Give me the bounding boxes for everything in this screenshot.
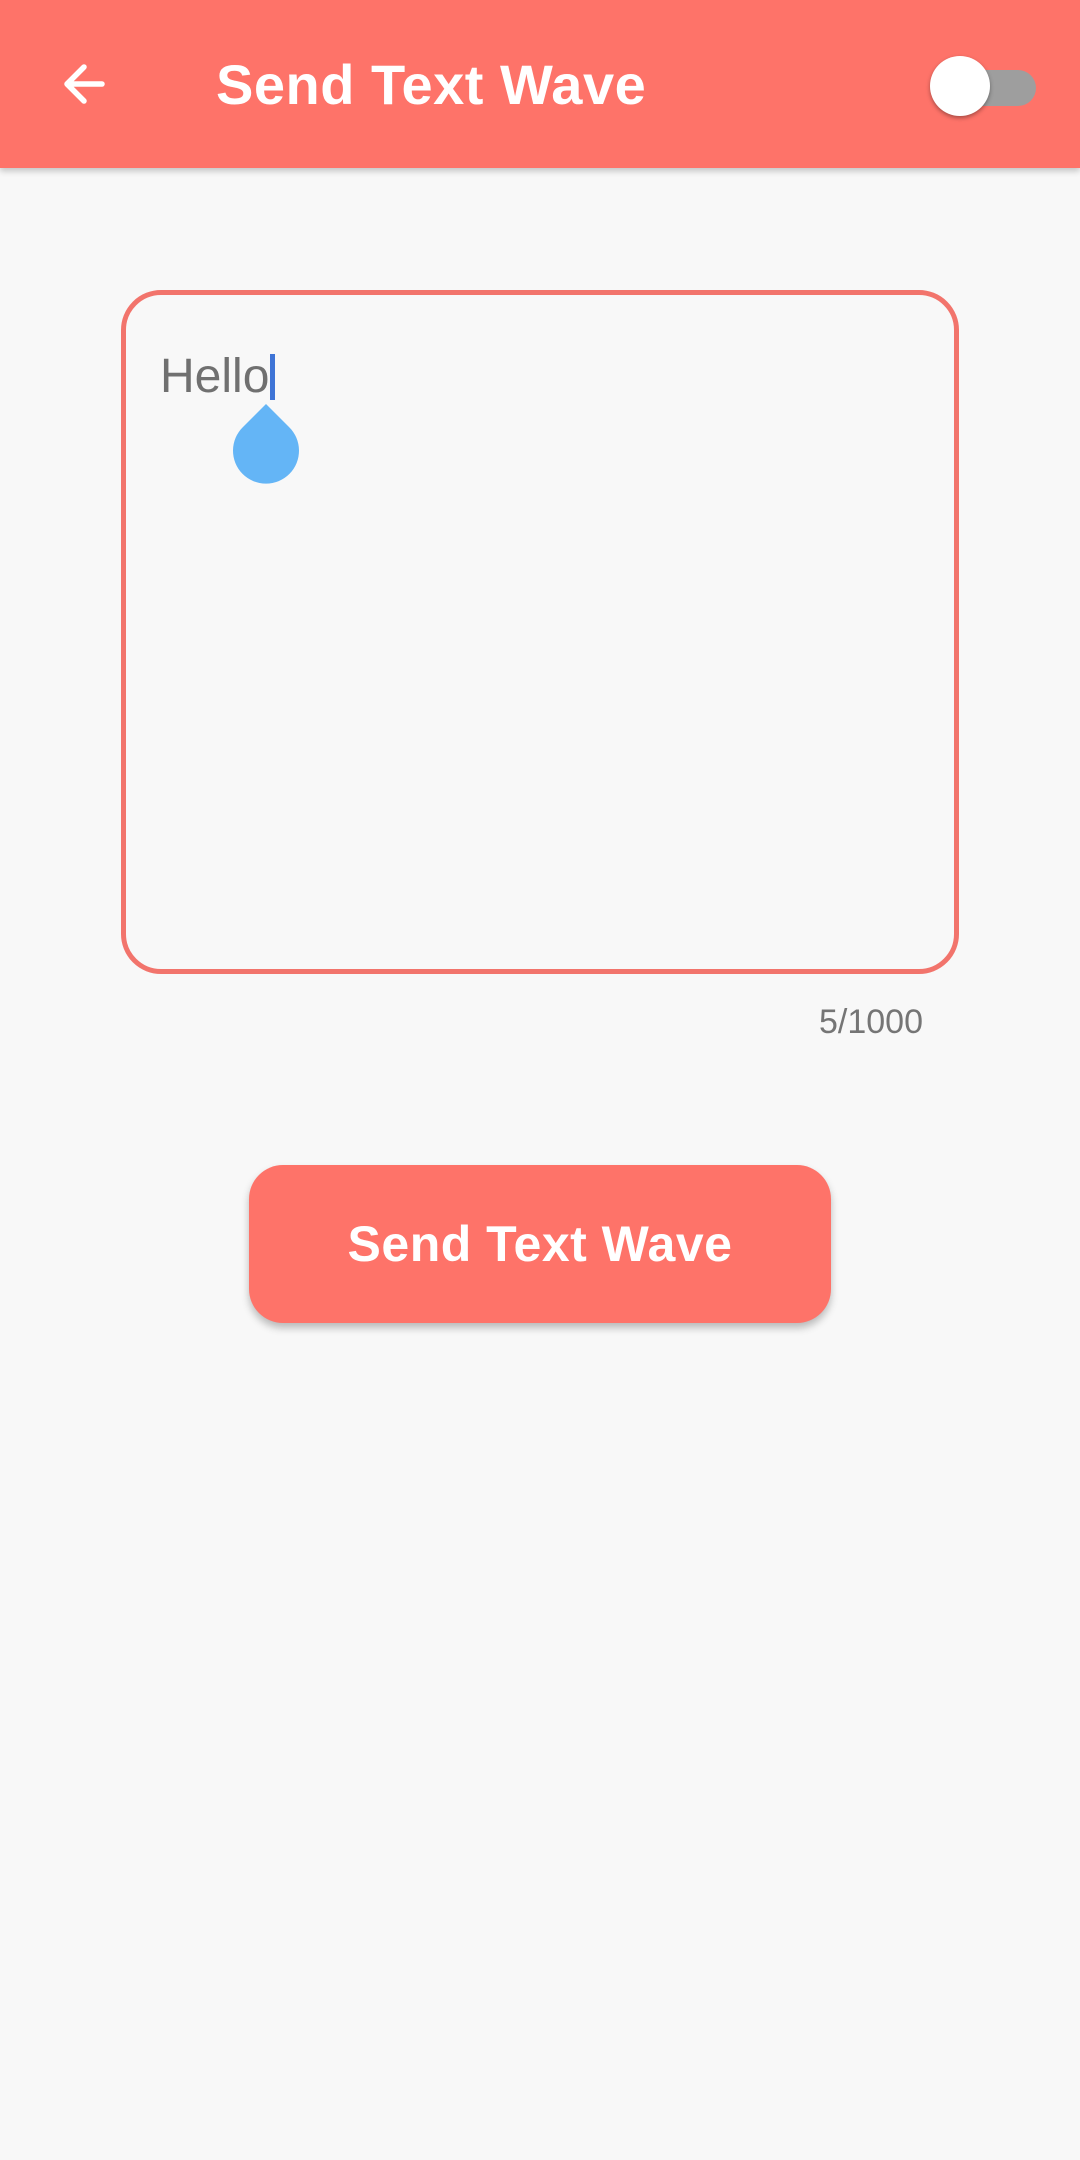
send-text-wave-button[interactable]: Send Text Wave	[249, 1165, 831, 1323]
toggle-thumb	[930, 56, 990, 116]
text-cursor	[270, 354, 276, 400]
cursor-drop-handle[interactable]	[232, 404, 300, 484]
message-input[interactable]: Hello	[121, 290, 959, 974]
message-text: Hello	[160, 347, 276, 407]
back-button[interactable]	[48, 48, 120, 120]
character-counter: 5/1000	[819, 1003, 923, 1041]
arrow-left-icon	[64, 64, 105, 104]
app-bar: Send Text Wave	[0, 0, 1080, 168]
toggle-switch[interactable]	[930, 56, 1042, 116]
page-title: Send Text Wave	[216, 53, 647, 116]
message-value: Hello	[160, 350, 270, 403]
